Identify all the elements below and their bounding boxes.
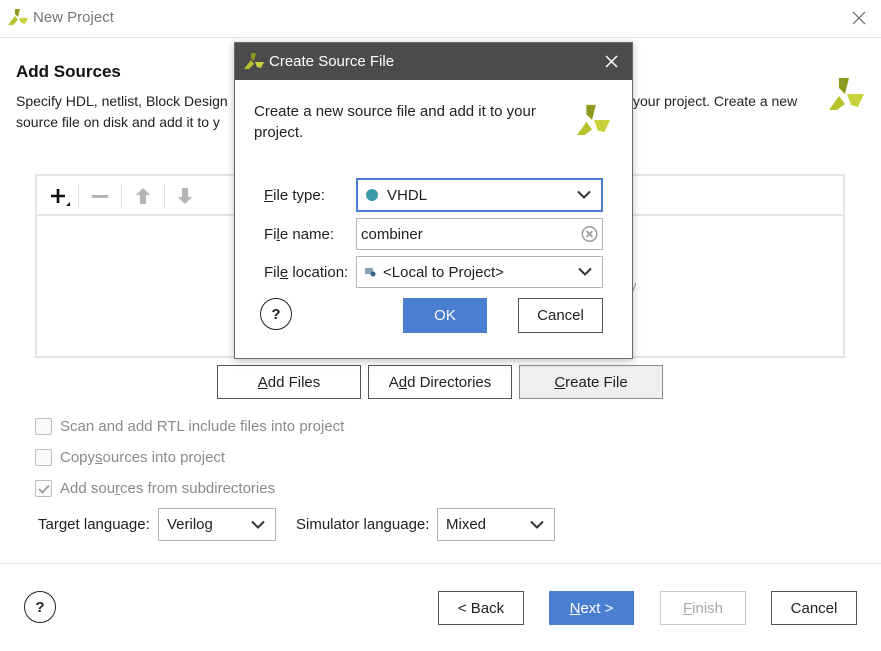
- titlebar-divider: [0, 37, 881, 38]
- simulator-language-value: Mixed: [446, 516, 487, 533]
- check-icon: [37, 484, 50, 494]
- subdirectories-checkbox[interactable]: [35, 480, 52, 497]
- target-language-select[interactable]: Verilog: [158, 508, 276, 541]
- simulator-language-label: Simulator language:: [296, 516, 430, 533]
- chevron-down-icon: [251, 520, 265, 529]
- target-language-value: Verilog: [167, 516, 213, 533]
- file-type-select[interactable]: VHDL: [356, 178, 603, 212]
- toolbar-separator: [121, 184, 122, 208]
- file-location-value: <Local to Project>: [383, 263, 504, 281]
- chevron-down-icon: [530, 520, 544, 529]
- page-description-right-1: your project. Create a new: [633, 93, 798, 109]
- plus-icon[interactable]: [50, 187, 70, 209]
- minus-icon[interactable]: [92, 195, 108, 199]
- page-logo-icon: [829, 78, 864, 110]
- folder-icon: [365, 268, 376, 277]
- subdirectories-option[interactable]: Add sou r ces from subdirectories: [35, 480, 275, 497]
- file-type-label: File type:: [264, 187, 325, 204]
- next-button[interactable]: Next >: [549, 591, 634, 625]
- dialog-logo-icon: [576, 104, 610, 136]
- dialog-description: Create a new source file and add it to y…: [254, 103, 536, 141]
- app-logo-icon: [8, 9, 28, 25]
- close-icon[interactable]: [605, 55, 618, 68]
- app-logo-icon: [244, 53, 264, 69]
- vhdl-dot-icon: [366, 189, 378, 201]
- back-button[interactable]: < Back: [438, 591, 524, 625]
- file-location-label: File location:: [264, 264, 349, 281]
- finish-button[interactable]: Finish: [660, 591, 746, 625]
- help-button[interactable]: ?: [24, 591, 56, 623]
- file-type-value: VHDL: [387, 186, 428, 204]
- dialog-cancel-button[interactable]: Cancel: [518, 298, 603, 333]
- file-location-select[interactable]: <Local to Project>: [356, 256, 603, 288]
- page-description-left-1: Specify HDL, netlist, Block Design: [16, 93, 228, 109]
- create-file-button[interactable]: Create File: [519, 365, 663, 399]
- dialog-titlebar: Create Source File: [235, 43, 632, 80]
- add-directories-button[interactable]: Add Directories: [368, 365, 512, 399]
- ok-button[interactable]: OK: [403, 298, 487, 333]
- toolbar-separator: [164, 184, 165, 208]
- dialog-title: Create Source File: [269, 53, 395, 70]
- copy-sources-option[interactable]: Copy s ources into project: [35, 449, 225, 466]
- dialog-help-button[interactable]: ?: [260, 298, 292, 330]
- file-name-value: combiner: [361, 225, 423, 243]
- toolbar-separator: [78, 184, 79, 208]
- window-titlebar: New Project: [0, 0, 881, 38]
- file-name-field[interactable]: combiner: [356, 218, 603, 250]
- page-title: Add Sources: [16, 62, 121, 81]
- arrow-up-icon[interactable]: [136, 188, 150, 204]
- page-description-left-2: source file on disk and add it to y: [16, 114, 220, 130]
- copy-sources-checkbox[interactable]: [35, 449, 52, 466]
- file-name-label: File name:: [264, 226, 335, 243]
- simulator-language-select[interactable]: Mixed: [437, 508, 555, 541]
- cancel-button[interactable]: Cancel: [771, 591, 857, 625]
- scan-rtl-checkbox[interactable]: [35, 418, 52, 435]
- clear-icon[interactable]: [581, 226, 598, 243]
- footer-divider: [0, 563, 881, 564]
- scan-rtl-option[interactable]: Scan and add RTL include files into proj…: [35, 418, 344, 435]
- create-source-dialog: Create Source File Create a new source f…: [234, 42, 633, 359]
- chevron-down-icon: [577, 190, 591, 199]
- window-title: New Project: [33, 9, 114, 26]
- chevron-down-icon: [578, 267, 592, 276]
- target-language-label: Target language:: [38, 516, 150, 533]
- add-files-button[interactable]: Add Files: [217, 365, 361, 399]
- close-icon[interactable]: [852, 11, 866, 25]
- arrow-down-icon[interactable]: [178, 188, 192, 204]
